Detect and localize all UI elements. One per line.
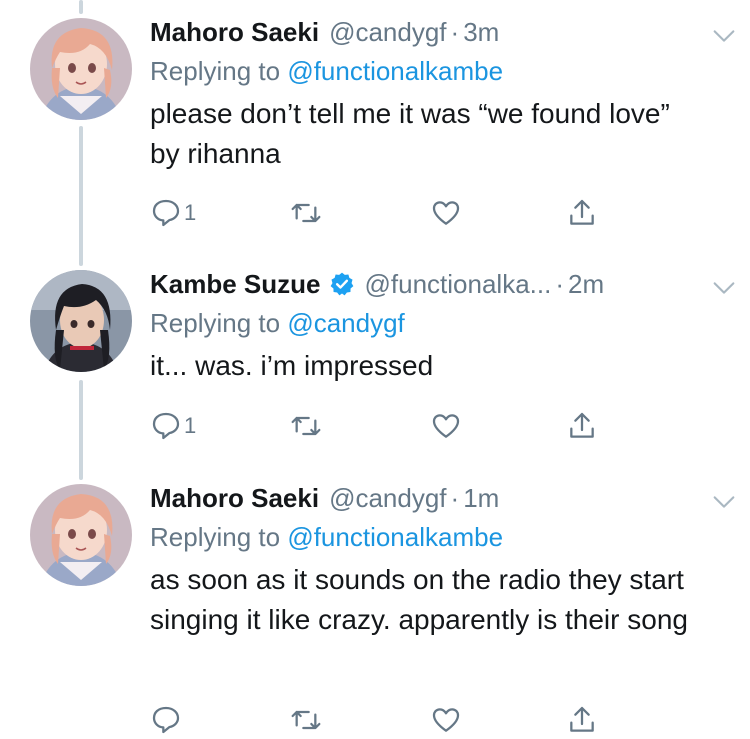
anime-girl-pink-hair-avatar-icon (30, 18, 132, 120)
chevron-down-icon[interactable] (710, 22, 738, 50)
avatar[interactable] (30, 484, 132, 586)
retweet-icon (291, 416, 321, 436)
avatar[interactable] (30, 270, 132, 372)
tweet-text: it... was. i’m impressed (150, 350, 434, 381)
reply-button[interactable]: 1 (150, 195, 196, 231)
tweet[interactable]: Mahoro Saeki @candygf · 3m Replying to @… (0, 0, 750, 250)
tweet-actions: 1 (150, 195, 620, 231)
tweet-header: Kambe Suzue @functionalka... · 2m (150, 266, 730, 302)
replying-to: Replying to @functionalkambe (150, 56, 730, 90)
retweet-button[interactable] (290, 195, 322, 231)
display-name[interactable]: Mahoro Saeki (150, 17, 319, 48)
heart-icon (432, 201, 460, 225)
replying-prefix: Replying to (150, 56, 281, 86)
replying-to: Replying to @candygf (150, 308, 730, 342)
separator: · (450, 16, 460, 47)
retweet-icon (291, 203, 321, 223)
like-button[interactable] (430, 702, 462, 738)
avatar[interactable] (30, 18, 132, 120)
heart-icon (432, 414, 460, 438)
reply-button[interactable]: 1 (150, 408, 196, 444)
share-icon (570, 412, 594, 438)
timestamp[interactable]: 1m (463, 483, 499, 514)
user-handle[interactable]: @functionalka... (365, 269, 552, 300)
tweet[interactable]: Mahoro Saeki @candygf · 1m Replying to @… (0, 466, 750, 739)
reply-icon (152, 412, 180, 440)
tweet-header: Mahoro Saeki @candygf · 3m (150, 14, 730, 50)
replying-to: Replying to @functionalkambe (150, 522, 730, 556)
tweet-actions (150, 702, 620, 738)
separator: · (450, 482, 460, 513)
heart-icon (432, 708, 460, 732)
user-handle[interactable]: @candygf (329, 483, 446, 514)
share-icon (570, 199, 594, 225)
anime-girl-pink-hair-avatar-icon (30, 484, 132, 586)
tweet[interactable]: Kambe Suzue @functionalka... · 2m Replyi… (0, 252, 750, 464)
share-button[interactable] (566, 702, 598, 738)
timestamp[interactable]: 2m (568, 269, 604, 300)
share-icon (570, 706, 594, 732)
replying-prefix: Replying to (150, 308, 281, 338)
separator: · (555, 268, 564, 299)
mention-link[interactable]: @functionalkambe (287, 522, 503, 552)
tweet-text: as soon as it sounds on the radio they s… (150, 564, 688, 635)
tweet-header: Mahoro Saeki @candygf · 1m (150, 480, 730, 516)
like-button[interactable] (430, 408, 462, 444)
reply-count: 1 (184, 413, 197, 438)
reply-icon (152, 706, 180, 734)
replying-prefix: Replying to (150, 522, 281, 552)
chevron-down-icon[interactable] (710, 274, 738, 302)
mention-link[interactable]: @functionalkambe (287, 56, 503, 86)
display-name[interactable]: Mahoro Saeki (150, 483, 319, 514)
verified-badge-icon (329, 271, 355, 297)
retweet-icon (291, 710, 321, 730)
anime-girl-dark-hair-avatar-icon (30, 270, 132, 372)
mention-link[interactable]: @candygf (287, 308, 404, 338)
retweet-button[interactable] (290, 702, 322, 738)
tweet-text: please don’t tell me it was “we found lo… (150, 98, 670, 169)
chevron-down-icon[interactable] (710, 488, 738, 516)
reply-button[interactable] (150, 702, 184, 738)
tweet-actions: 1 (150, 408, 620, 444)
reply-count: 1 (184, 200, 197, 225)
share-button[interactable] (566, 408, 598, 444)
like-button[interactable] (430, 195, 462, 231)
timestamp[interactable]: 3m (463, 17, 499, 48)
retweet-button[interactable] (290, 408, 322, 444)
display-name[interactable]: Kambe Suzue (150, 269, 321, 300)
user-handle[interactable]: @candygf (329, 17, 446, 48)
share-button[interactable] (566, 195, 598, 231)
reply-icon (152, 199, 180, 227)
